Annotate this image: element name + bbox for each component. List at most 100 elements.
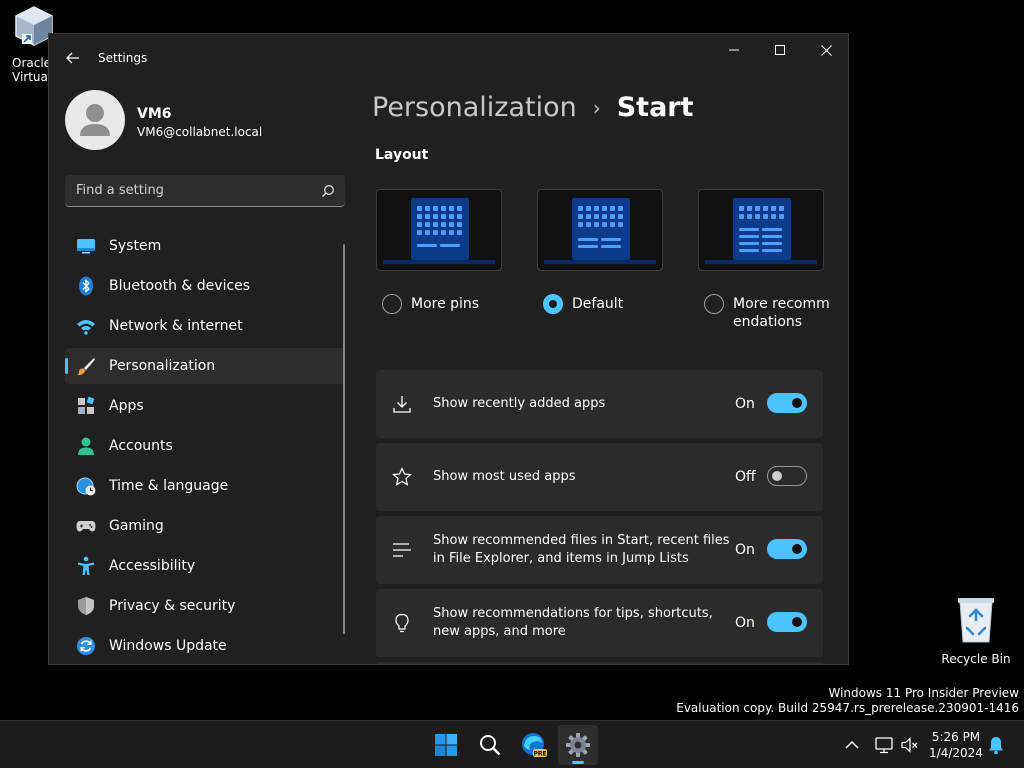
layout-preview-more-pins[interactable] bbox=[376, 189, 502, 271]
page-title: Start bbox=[616, 92, 694, 123]
sidebar-item-label: Personalization bbox=[109, 358, 216, 374]
recommend-grid bbox=[417, 244, 460, 247]
watermark-line: Windows 11 Pro Insider Preview bbox=[828, 686, 1019, 700]
taskbar-preview bbox=[544, 260, 656, 264]
toggle-switch[interactable] bbox=[767, 612, 807, 632]
apps-icon bbox=[78, 396, 95, 414]
layout-option-label: Default bbox=[572, 296, 624, 312]
toggle-switch[interactable] bbox=[767, 466, 807, 486]
breadcrumb-parent[interactable]: Personalization bbox=[372, 92, 577, 123]
desktop-icon-recycle-bin[interactable]: Recycle Bin bbox=[940, 594, 1012, 666]
layout-section-title: Layout bbox=[375, 147, 429, 163]
sidebar-item-gaming[interactable]: Gaming bbox=[65, 508, 345, 544]
accessibility-icon bbox=[78, 556, 94, 575]
start-preview-panel bbox=[411, 198, 469, 260]
shield-icon bbox=[78, 597, 94, 615]
setting-label: Show recently added apps bbox=[433, 396, 606, 411]
layout-option-default[interactable]: Default bbox=[543, 294, 672, 314]
setting-label: Show recommendations for tips, shortcuts… bbox=[433, 606, 713, 639]
pin-grid bbox=[417, 206, 462, 235]
edge-badge: PRE bbox=[533, 751, 546, 758]
chevron-up-icon[interactable] bbox=[842, 736, 862, 754]
search-input[interactable] bbox=[65, 175, 345, 206]
sidebar-item-label: Gaming bbox=[109, 518, 164, 534]
toggle-state: On bbox=[735, 542, 755, 558]
toggle-state: Off bbox=[735, 469, 756, 485]
layout-preview-more-recommendations[interactable] bbox=[698, 189, 824, 271]
sidebar-item-privacy-security[interactable]: Privacy & security bbox=[65, 588, 345, 624]
search-icon bbox=[480, 735, 501, 756]
toggle-switch[interactable] bbox=[767, 539, 807, 559]
pin-grid bbox=[739, 206, 784, 219]
layout-option-more-pins[interactable]: More pins bbox=[382, 294, 511, 314]
radio-button-selected[interactable] bbox=[543, 294, 563, 314]
sidebar-item-network[interactable]: Network & internet bbox=[65, 308, 345, 344]
arrow-left-icon bbox=[66, 52, 79, 64]
taskbar-clock[interactable]: 5:26 PM 1/4/2024 bbox=[926, 729, 986, 761]
minimize-button[interactable] bbox=[711, 34, 757, 66]
edge-icon: PRE bbox=[522, 733, 547, 758]
recycle-bin-icon bbox=[954, 594, 998, 644]
recommend-grid bbox=[739, 228, 782, 252]
person-icon bbox=[78, 437, 94, 455]
person-icon bbox=[80, 104, 110, 136]
taskbar-preview bbox=[705, 260, 817, 264]
taskbar-settings-button[interactable] bbox=[558, 725, 598, 765]
settings-window: Settings VM6 VM6@collabnet.local Find a … bbox=[48, 33, 849, 665]
sidebar-item-apps[interactable]: Apps bbox=[65, 388, 345, 424]
brush-icon bbox=[77, 358, 95, 376]
setting-row-recommended-files: Show recommended files in Start, recent … bbox=[376, 516, 823, 584]
setting-row-tips-recommendations: Show recommendations for tips, shortcuts… bbox=[376, 589, 823, 657]
setting-label: Show most used apps bbox=[433, 469, 576, 484]
search-icon[interactable] bbox=[321, 184, 335, 198]
sidebar-item-label: System bbox=[109, 238, 162, 254]
taskbar: PRE 5:26 PM 1/4/2024 bbox=[0, 720, 1024, 768]
notification-bell-icon[interactable] bbox=[986, 735, 1006, 755]
start-button[interactable] bbox=[426, 725, 466, 765]
sidebar-item-personalization[interactable]: Personalization bbox=[65, 348, 345, 384]
layout-preview-default[interactable] bbox=[537, 189, 663, 271]
sidebar-item-accounts[interactable]: Accounts bbox=[65, 428, 345, 464]
profile-name: VM6 bbox=[137, 106, 172, 122]
search-box bbox=[65, 175, 345, 207]
chevron-right-icon: › bbox=[592, 95, 601, 120]
system-icon bbox=[77, 239, 95, 254]
sidebar-item-accessibility[interactable]: Accessibility bbox=[65, 548, 345, 584]
toggle-state: On bbox=[735, 396, 755, 412]
network-icon[interactable] bbox=[874, 735, 894, 755]
toggle-switch[interactable] bbox=[767, 393, 807, 413]
app-title: Settings bbox=[98, 51, 148, 65]
clock-date: 1/4/2024 bbox=[929, 746, 983, 760]
sidebar-item-label: Windows Update bbox=[109, 638, 227, 654]
list-icon bbox=[393, 543, 411, 557]
pin-grid bbox=[578, 206, 623, 227]
sidebar-item-label: Time & language bbox=[109, 478, 229, 494]
breadcrumb: Personalization › Start bbox=[372, 92, 694, 123]
sidebar-item-windows-update[interactable]: Windows Update bbox=[65, 628, 345, 664]
radio-button[interactable] bbox=[704, 294, 724, 314]
radio-button[interactable] bbox=[382, 294, 402, 314]
sidebar-item-system[interactable]: System bbox=[65, 228, 345, 264]
maximize-icon bbox=[775, 45, 785, 55]
edge-preview-button[interactable]: PRE bbox=[514, 725, 554, 765]
setting-row-recently-added: Show recently added apps On bbox=[376, 370, 823, 438]
sidebar-item-label: Apps bbox=[109, 398, 144, 414]
close-button[interactable] bbox=[803, 34, 848, 66]
toggle-state: On bbox=[735, 615, 755, 631]
sidebar-scrollbar[interactable] bbox=[343, 244, 345, 634]
gear-icon bbox=[566, 733, 590, 757]
star-icon bbox=[392, 467, 412, 486]
layout-option-label: More recommendations bbox=[733, 296, 830, 330]
sidebar-item-bluetooth[interactable]: Bluetooth & devices bbox=[65, 268, 345, 304]
sidebar-nav: System Bluetooth & devices Network & int… bbox=[65, 228, 345, 664]
back-button[interactable] bbox=[61, 46, 85, 70]
sidebar-item-time-language[interactable]: Time & language bbox=[65, 468, 345, 504]
maximize-button[interactable] bbox=[757, 34, 803, 66]
taskbar-search-button[interactable] bbox=[470, 725, 510, 765]
volume-muted-icon[interactable] bbox=[900, 735, 920, 755]
desktop-icon-label: Recycle Bin bbox=[941, 652, 1011, 666]
layout-option-more-recommendations[interactable]: More recommendations bbox=[704, 294, 833, 331]
gamepad-icon bbox=[76, 521, 96, 532]
avatar[interactable] bbox=[65, 90, 125, 150]
sidebar-item-label: Bluetooth & devices bbox=[109, 278, 251, 294]
